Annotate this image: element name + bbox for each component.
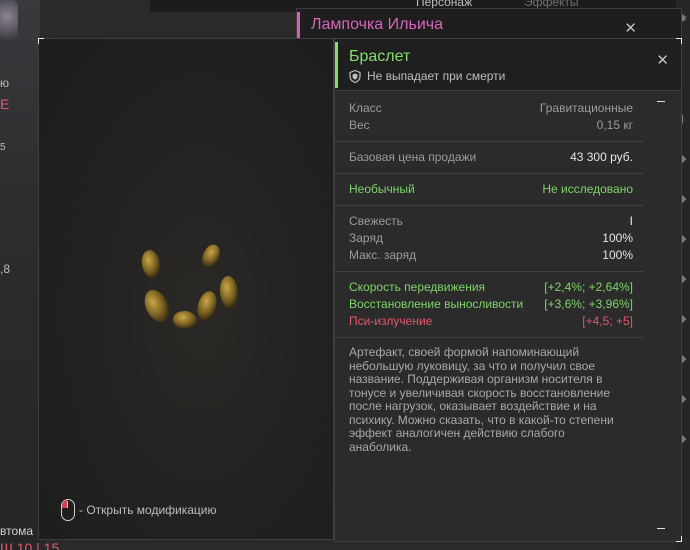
effect-row-movement-speed: Скорость передвижения [+2,4%; +2,64%] xyxy=(349,280,633,294)
shield-icon xyxy=(349,69,361,83)
close-icon[interactable]: ✕ xyxy=(656,51,669,69)
item-description: Артефакт, своей формой напоминающий небо… xyxy=(349,345,614,454)
state-section: Свежесть I Заряд 100% Макс. заряд 100% xyxy=(335,206,643,272)
frame-corner xyxy=(38,38,44,44)
background-text-fragment: ю xyxy=(0,76,9,90)
frame-corner xyxy=(676,536,682,542)
no-drop-label: Не выпадает при смерти xyxy=(367,69,506,83)
stat-row-freshness: Свежесть I xyxy=(349,214,633,228)
background-text-fragment: 5 xyxy=(0,142,6,153)
item-info-panel: Браслет Не выпадает при смерти ✕ Класс Гр… xyxy=(334,38,682,542)
stat-row-rarity: Необычный Не исследовано xyxy=(349,182,633,196)
mouse-left-click-icon xyxy=(61,499,75,521)
stat-row-max-charge: Макс. заряд 100% xyxy=(349,248,633,262)
rarity-section: Необычный Не исследовано xyxy=(335,174,643,206)
stat-row-weight: Вес 0,15 кг xyxy=(349,118,633,132)
window-title: Лампочка Ильича xyxy=(311,16,443,33)
open-modification-hint[interactable]: - Открыть модификацию xyxy=(61,499,217,521)
item-header: Браслет Не выпадает при смерти ✕ xyxy=(335,39,681,91)
background-text-fragment: втома xyxy=(0,524,34,538)
close-icon[interactable]: ✕ xyxy=(624,19,637,37)
stat-row-price: Базовая цена продажи 43 300 руб. xyxy=(349,150,633,164)
item-stats: Класс Гравитационные Вес 0,15 кг Базовая ц… xyxy=(335,93,643,462)
scrollbar-bottom-marker[interactable] xyxy=(657,528,665,529)
stat-row-class: Класс Гравитационные xyxy=(349,101,633,115)
effect-row-stamina-regen: Восстановление выносливости [+3,6%; +3,96… xyxy=(349,297,633,311)
background-text-fragment: Е xyxy=(0,96,10,112)
stat-row-charge: Заряд 100% xyxy=(349,231,633,245)
background-item-thumbnail xyxy=(0,0,18,42)
rarity-accent-bar xyxy=(297,12,300,38)
rarity-accent-bar xyxy=(335,42,338,88)
background-left-panel: ю Е 5 ,8 xyxy=(0,0,40,550)
background-text-fragment: ,8 xyxy=(0,262,11,276)
no-drop-on-death-note: Не выпадает при смерти xyxy=(349,69,505,83)
background-text-fragment: Ш 10 | 15 xyxy=(0,540,60,550)
bracelet-artifact-image xyxy=(141,244,239,330)
artifact-window-lampochka: Лампочка Ильича ✕ xyxy=(296,8,682,40)
effects-section: Скорость передвижения [+2,4%; +2,64%] Вос… xyxy=(335,272,643,338)
scrollbar-top-marker[interactable] xyxy=(657,101,665,102)
item-name: Браслет xyxy=(349,48,411,65)
price-section: Базовая цена продажи 43 300 руб. xyxy=(335,142,643,174)
effect-row-psi-radiation: Пси-излучение [+4,5; +5] xyxy=(349,314,633,328)
hint-label: - Открыть модификацию xyxy=(79,503,217,517)
basic-info-section: Класс Гравитационные Вес 0,15 кг xyxy=(335,93,643,142)
artifact-preview-panel: - Открыть модификацию xyxy=(38,38,334,540)
